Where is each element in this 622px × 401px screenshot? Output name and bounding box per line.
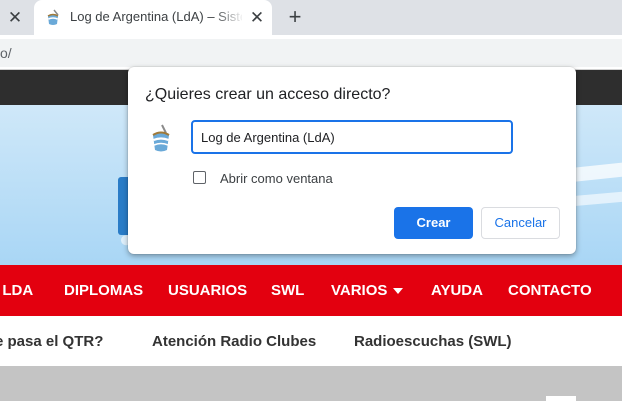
- tab-strip: ✕ Log de Argentina (LdA) – Sistema ✕ +: [0, 0, 622, 35]
- menu-item-lda[interactable]: I LDA: [0, 282, 33, 299]
- tab-title-fade: [214, 0, 244, 35]
- open-as-window-checkbox[interactable]: [193, 171, 206, 184]
- open-as-window-label: Abrir como ventana: [220, 171, 333, 186]
- address-bar: o/: [0, 35, 622, 70]
- submenu-item-qtr[interactable]: e pasa el QTR?: [0, 333, 103, 350]
- menu-item-varios-label: VARIOS: [331, 282, 388, 299]
- menu-item-swl[interactable]: SWL: [271, 282, 304, 299]
- omnibox[interactable]: [0, 39, 622, 67]
- menu-item-varios[interactable]: VARIOS: [331, 282, 404, 299]
- mate-app-icon: [152, 124, 170, 152]
- submenu-item-radio-clubes[interactable]: Atención Radio Clubes: [152, 333, 316, 350]
- shortcut-name-input[interactable]: [191, 120, 513, 154]
- menu-item-usuarios[interactable]: USUARIOS: [168, 282, 247, 299]
- sub-menu: e pasa el QTR? Atención Radio Clubes Rad…: [0, 316, 622, 366]
- url-text[interactable]: o/: [0, 45, 12, 61]
- main-menu: I LDA DIPLOMAS USUARIOS SWL VARIOS AYUDA…: [0, 265, 622, 316]
- create-shortcut-dialog: ¿Quieres crear un acceso directo? Abrir …: [128, 67, 576, 254]
- caret-down-icon: [393, 288, 404, 295]
- menu-item-ayuda[interactable]: AYUDA: [431, 282, 483, 299]
- content-gray-bar: [0, 366, 622, 401]
- dialog-title: ¿Quieres crear un acceso directo?: [145, 86, 391, 103]
- submenu-item-swl[interactable]: Radioescuchas (SWL): [354, 333, 512, 350]
- cancel-button[interactable]: Cancelar: [481, 207, 560, 239]
- close-icon[interactable]: ✕: [5, 8, 25, 28]
- menu-item-contacto[interactable]: CONTACTO: [508, 282, 592, 299]
- active-tab[interactable]: Log de Argentina (LdA) – Sistema ✕: [34, 0, 272, 35]
- content-white-stub: [546, 396, 576, 401]
- new-tab-button[interactable]: +: [284, 5, 306, 29]
- tab-close-icon[interactable]: ✕: [247, 8, 267, 28]
- menu-item-diplomas[interactable]: DIPLOMAS: [64, 282, 143, 299]
- create-button[interactable]: Crear: [394, 207, 473, 239]
- mate-favicon-icon: [47, 9, 59, 25]
